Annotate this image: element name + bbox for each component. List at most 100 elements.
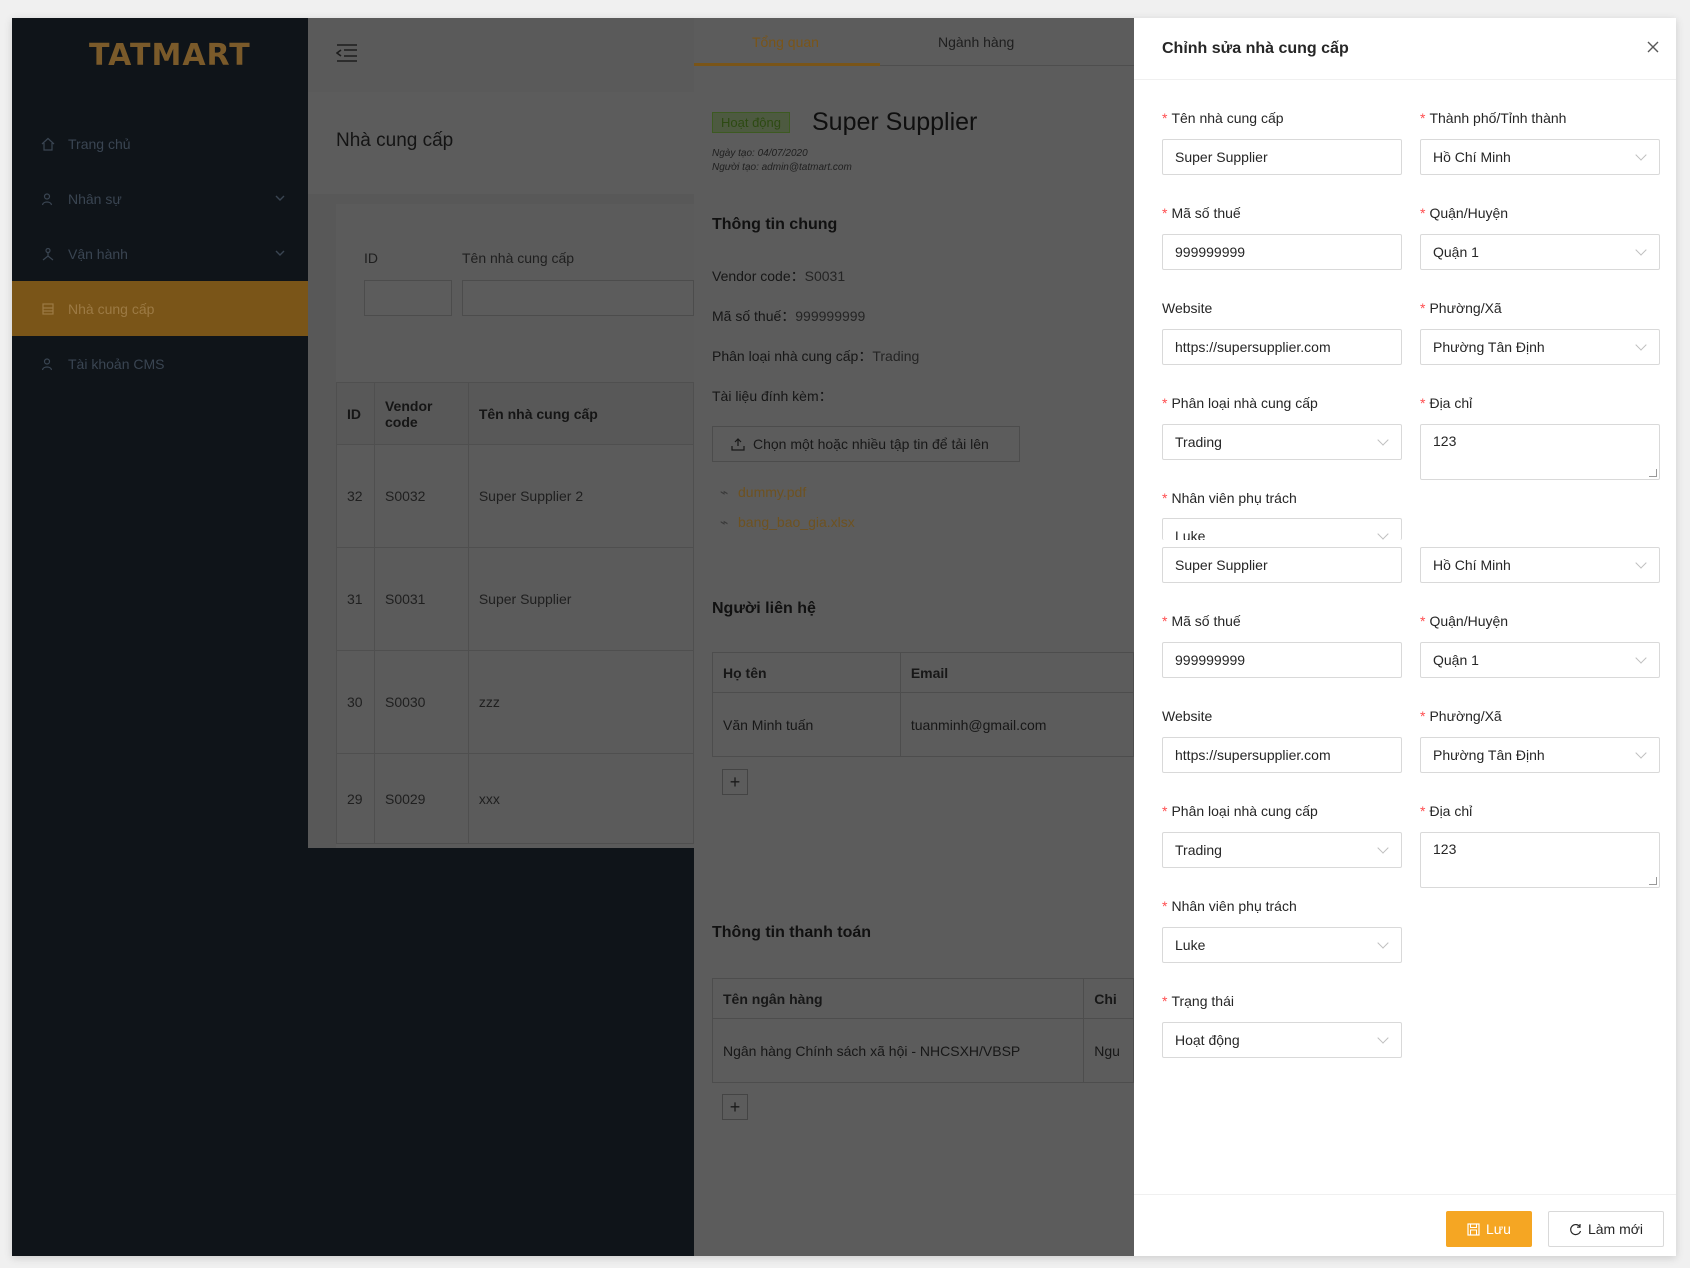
table-cell: Super Supplier 2 xyxy=(467,444,695,548)
top-bar xyxy=(308,18,694,92)
drawer-title: Chỉnh sửa nhà cung cấp xyxy=(1162,40,1349,57)
paperclip-icon: ⌁ xyxy=(720,514,729,530)
address-textarea[interactable]: 123 xyxy=(1420,424,1660,480)
table-header-row: Họ tên Email xyxy=(712,652,1135,693)
staff-select[interactable]: Luke xyxy=(1162,518,1402,540)
supplier-name-input[interactable]: Super Supplier xyxy=(1162,547,1402,583)
status-select[interactable]: Hoạt động xyxy=(1162,1022,1402,1058)
drawer-footer: Lưu Làm mới xyxy=(1134,1194,1676,1256)
sidebar-item-cms-account[interactable]: Tài khoản CMS xyxy=(12,336,308,391)
table-cell: 29 xyxy=(336,753,375,844)
ward-select[interactable]: Phường Tân Định xyxy=(1420,737,1660,773)
vendor-code-row: Vendor code：S0031 xyxy=(712,266,845,286)
table-row[interactable]: 32 S0032 Super Supplier 2 xyxy=(336,444,695,548)
sidebar-item-staff[interactable]: Nhân sự xyxy=(12,171,308,226)
table-header: Họ tên xyxy=(712,652,901,693)
table-header-row: ID Vendor code Tên nhà cung cấp xyxy=(336,382,695,445)
sidebar-item-label: Trang chủ xyxy=(68,135,131,152)
supplier-table: ID Vendor code Tên nhà cung cấp 32 S0032… xyxy=(336,382,695,844)
address-label: * Địa chỉ xyxy=(1420,803,1473,819)
supplier-name-input[interactable]: Super Supplier xyxy=(1162,139,1402,175)
filter-name-input[interactable] xyxy=(462,280,694,316)
type-select[interactable]: Trading xyxy=(1162,832,1402,868)
ward-label: * Phường/Xã xyxy=(1420,300,1502,316)
address-textarea[interactable]: 123 xyxy=(1420,832,1660,888)
table-row[interactable]: 31 S0031 Super Supplier xyxy=(336,547,695,651)
upload-icon xyxy=(731,437,745,451)
table-cell: Ngu xyxy=(1083,1018,1134,1083)
contacts-table: Họ tên Email Văn Minh tuấn tuanminh@gmai… xyxy=(712,652,1135,757)
city-label: * Thành phố/Tỉnh thành xyxy=(1420,110,1567,126)
status-label: * Trạng thái xyxy=(1162,993,1234,1009)
save-button[interactable]: Lưu xyxy=(1446,1211,1532,1247)
staff-label: * Nhân viên phụ trách xyxy=(1162,898,1297,914)
table-header: Tên ngân hàng xyxy=(711,978,1085,1019)
table-header: Vendor code xyxy=(373,382,469,445)
sidebar-item-supplier[interactable]: Nhà cung cấp xyxy=(12,281,308,336)
staff-select[interactable]: Luke xyxy=(1162,927,1402,963)
website-input[interactable]: https://supersupplier.com xyxy=(1162,329,1402,365)
tax-row: Mã số thuế：999999999 xyxy=(712,306,865,326)
table-cell: S0031 xyxy=(373,547,469,651)
sidebar-item-home[interactable]: Trang chủ xyxy=(12,116,308,171)
table-row[interactable]: 30 S0030 zzz xyxy=(336,650,695,754)
menu-fold-icon[interactable] xyxy=(335,43,358,68)
add-contact-button[interactable]: + xyxy=(722,769,748,795)
type-select[interactable]: Trading xyxy=(1162,424,1402,460)
close-icon[interactable] xyxy=(1646,40,1662,56)
plus-icon: + xyxy=(729,771,741,792)
district-select[interactable]: Quận 1 xyxy=(1420,234,1660,270)
sidebar-item-label: Tài khoản CMS xyxy=(68,355,165,372)
city-select[interactable]: Hồ Chí Minh xyxy=(1420,547,1660,583)
reset-label: Làm mới xyxy=(1587,1221,1644,1237)
main-content: Nhà cung cấp ID Tên nhà cung cấp ID Vend… xyxy=(308,18,695,848)
table-cell: S0030 xyxy=(373,650,469,754)
table-cell: Văn Minh tuấn xyxy=(712,692,901,757)
tax-input[interactable]: 999999999 xyxy=(1162,234,1402,270)
tab-overview[interactable]: Tổng quan xyxy=(752,34,819,50)
table-cell: S0032 xyxy=(373,444,469,548)
type-label: * Phân loại nhà cung cấp xyxy=(1162,803,1318,819)
tax-label: Mã số thuế： xyxy=(712,308,796,324)
status-badge: Hoạt động xyxy=(712,112,790,133)
paperclip-icon: ⌁ xyxy=(720,484,729,500)
add-payment-button[interactable]: + xyxy=(722,1094,748,1120)
table-header: Email xyxy=(899,652,1135,693)
table-cell: zzz xyxy=(467,650,695,754)
page-title: Nhà cung cấp xyxy=(336,130,454,151)
type-value: Trading xyxy=(872,348,920,364)
ward-select[interactable]: Phường Tân Định xyxy=(1420,329,1660,365)
website-input[interactable]: https://supersupplier.com xyxy=(1162,737,1402,773)
filter-id-label: ID xyxy=(364,250,378,266)
account-icon xyxy=(40,356,56,372)
website-label: Website xyxy=(1162,300,1213,316)
reset-button[interactable]: Làm mới xyxy=(1548,1211,1664,1247)
table-cell: Super Supplier xyxy=(467,547,695,651)
general-info-title: Thông tin chung xyxy=(712,216,838,233)
resize-handle[interactable] xyxy=(1649,469,1657,477)
payment-table: Tên ngân hàng Chi Ngân hàng Chính sách x… xyxy=(711,978,1134,1083)
sidebar-menu: Trang chủ Nhân sự Vận hành Nhà cung cấp … xyxy=(12,116,308,391)
table-cell: 31 xyxy=(336,547,375,651)
city-select[interactable]: Hồ Chí Minh xyxy=(1420,139,1660,175)
district-select[interactable]: Quận 1 xyxy=(1420,642,1660,678)
website-label: Website xyxy=(1162,708,1213,724)
sidebar-item-operation[interactable]: Vận hành xyxy=(12,226,308,281)
filter-id-input[interactable] xyxy=(364,280,452,316)
reload-icon xyxy=(1569,1223,1582,1236)
attachment-filename: bang_bao_gia.xlsx xyxy=(738,514,855,530)
logo: TATMART xyxy=(89,38,251,73)
table-header: Chi xyxy=(1083,978,1134,1019)
tax-input[interactable]: 999999999 xyxy=(1162,642,1402,678)
table-row[interactable]: 29 S0029 xxx xyxy=(336,753,695,844)
tab-categories[interactable]: Ngành hàng xyxy=(938,34,1014,50)
attachment-link[interactable]: ⌁ dummy.pdf xyxy=(720,484,806,501)
table-row[interactable]: Ngân hàng Chính sách xã hội - NHCSXH/VBS… xyxy=(711,1018,1134,1083)
tax-label: * Mã số thuế xyxy=(1162,205,1241,221)
resize-handle[interactable] xyxy=(1649,877,1657,885)
upload-button[interactable]: Chọn một hoặc nhiều tập tin để tải lên xyxy=(712,426,1020,462)
save-icon xyxy=(1467,1222,1480,1236)
table-row[interactable]: Văn Minh tuấn tuanminh@gmail.com xyxy=(712,692,1135,757)
attachment-link[interactable]: ⌁ bang_bao_gia.xlsx xyxy=(720,514,855,531)
app-window: TATMART Trang chủ Nhân sự Vận hành Nhà c… xyxy=(12,18,1676,1256)
